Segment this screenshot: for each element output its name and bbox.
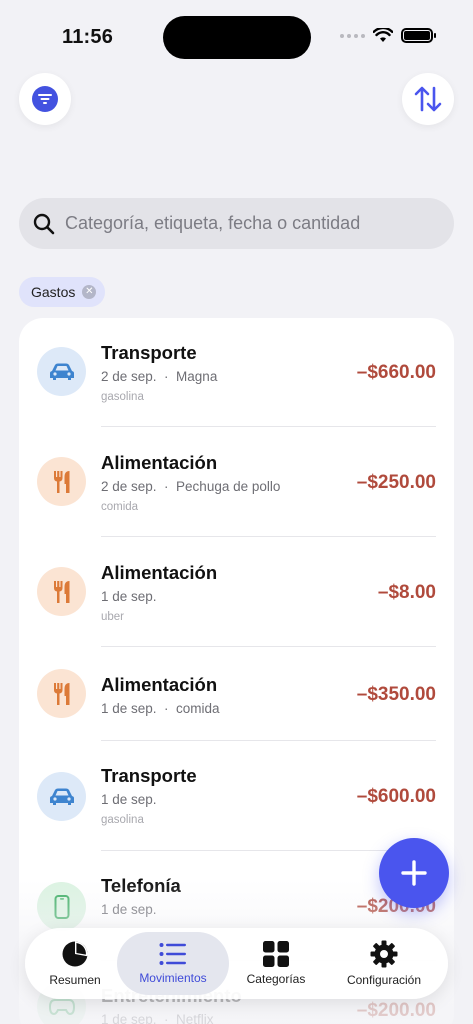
transaction-date: 2 de sep. bbox=[101, 479, 157, 494]
transaction-tag: uber bbox=[101, 611, 125, 623]
transaction-amount: –$660.00 bbox=[356, 362, 436, 383]
transaction-tag: comida bbox=[101, 501, 139, 513]
transaction-details: 2 de sep. · Pechuga de pollo bbox=[101, 479, 281, 494]
transaction-date: 1 de sep. bbox=[101, 792, 157, 807]
transaction-row[interactable]: Alimentación 2 de sep. · Pechuga de poll… bbox=[19, 428, 454, 538]
sort-button[interactable] bbox=[402, 73, 454, 125]
transaction-amount: –$200.00 bbox=[356, 1000, 436, 1021]
sort-arrows-icon bbox=[414, 86, 442, 112]
transaction-date: 2 de sep. bbox=[101, 369, 157, 384]
status-bar: 11:56 bbox=[0, 0, 473, 70]
search-icon bbox=[33, 213, 55, 234]
transaction-amount: –$250.00 bbox=[356, 472, 436, 493]
transaction-date: 1 de sep. bbox=[101, 701, 157, 716]
phone-icon bbox=[37, 882, 86, 931]
tab-label: Resumen bbox=[49, 973, 101, 987]
transaction-category: Alimentación bbox=[101, 674, 218, 695]
transaction-date: 1 de sep. bbox=[101, 902, 157, 917]
divider bbox=[101, 536, 436, 537]
transaction-note: comida bbox=[176, 701, 220, 716]
transaction-row[interactable]: Transporte 1 de sep. gasolina –$600.00 bbox=[19, 742, 454, 850]
filter-button[interactable] bbox=[19, 73, 71, 125]
battery-icon bbox=[401, 28, 436, 43]
transaction-details: 2 de sep. · Magna bbox=[101, 369, 218, 384]
divider bbox=[101, 740, 436, 741]
tab-label: Movimientos bbox=[139, 971, 207, 985]
list-icon bbox=[159, 943, 186, 965]
tab-categorias[interactable]: Categorías bbox=[233, 932, 319, 995]
tab-label: Categorías bbox=[246, 972, 306, 986]
gear-icon bbox=[370, 940, 398, 968]
transaction-note: Magna bbox=[176, 369, 218, 384]
fork-knife-icon bbox=[37, 669, 86, 718]
search-input[interactable] bbox=[65, 213, 425, 234]
transaction-details: 1 de sep. · comida bbox=[101, 701, 220, 716]
transaction-category: Transporte bbox=[101, 765, 197, 786]
status-icons bbox=[340, 28, 436, 43]
cellular-signal-icon bbox=[340, 33, 365, 38]
transaction-category: Telefonía bbox=[101, 875, 181, 896]
transaction-tag: gasolina bbox=[101, 391, 144, 403]
transaction-category: Alimentación bbox=[101, 562, 218, 583]
pie-chart-icon bbox=[62, 941, 88, 967]
transaction-row[interactable]: Alimentación 1 de sep. uber –$8.00 bbox=[19, 538, 454, 648]
transaction-amount: –$350.00 bbox=[356, 684, 436, 705]
transaction-details: 1 de sep. · Netflix bbox=[101, 1012, 214, 1024]
fork-knife-icon bbox=[37, 457, 86, 506]
grid-icon bbox=[263, 941, 289, 967]
transaction-note: Netflix bbox=[176, 1012, 214, 1024]
tab-bar: Resumen Movimientos Categorías Configura… bbox=[25, 928, 448, 999]
transaction-row[interactable]: Alimentación 1 de sep. · comida –$350.00 bbox=[19, 648, 454, 740]
filter-icon bbox=[32, 86, 58, 112]
transaction-date: 1 de sep. bbox=[101, 1012, 157, 1024]
tab-movimientos[interactable]: Movimientos bbox=[117, 932, 229, 995]
transaction-amount: –$8.00 bbox=[377, 582, 436, 603]
transaction-category: Alimentación bbox=[101, 452, 218, 473]
transaction-date: 1 de sep. bbox=[101, 589, 157, 604]
filter-chip-gastos[interactable]: Gastos ✕ bbox=[19, 277, 106, 307]
search-bar[interactable] bbox=[19, 198, 454, 249]
car-icon bbox=[37, 772, 86, 821]
plus-icon bbox=[401, 860, 427, 886]
remove-filter-icon[interactable]: ✕ bbox=[82, 285, 97, 299]
tab-resumen[interactable]: Resumen bbox=[35, 932, 115, 995]
dynamic-island bbox=[163, 16, 311, 59]
filter-chip-label: Gastos bbox=[31, 284, 76, 300]
transaction-row[interactable]: Transporte 2 de sep. · Magna gasolina –$… bbox=[19, 318, 454, 428]
transaction-note: Pechuga de pollo bbox=[176, 479, 281, 494]
add-transaction-button[interactable] bbox=[379, 838, 449, 908]
fork-knife-icon bbox=[37, 567, 86, 616]
divider bbox=[101, 646, 436, 647]
transaction-amount: –$600.00 bbox=[356, 786, 436, 807]
tab-label: Configuración bbox=[346, 973, 422, 987]
car-icon bbox=[37, 347, 86, 396]
transaction-list: Transporte 2 de sep. · Magna gasolina –$… bbox=[19, 318, 454, 1024]
tab-configuracion[interactable]: Configuración bbox=[325, 932, 443, 995]
divider bbox=[101, 426, 436, 427]
status-time: 11:56 bbox=[62, 26, 114, 48]
wifi-icon bbox=[373, 28, 393, 42]
transaction-tag: gasolina bbox=[101, 814, 144, 826]
transaction-category: Transporte bbox=[101, 342, 197, 363]
